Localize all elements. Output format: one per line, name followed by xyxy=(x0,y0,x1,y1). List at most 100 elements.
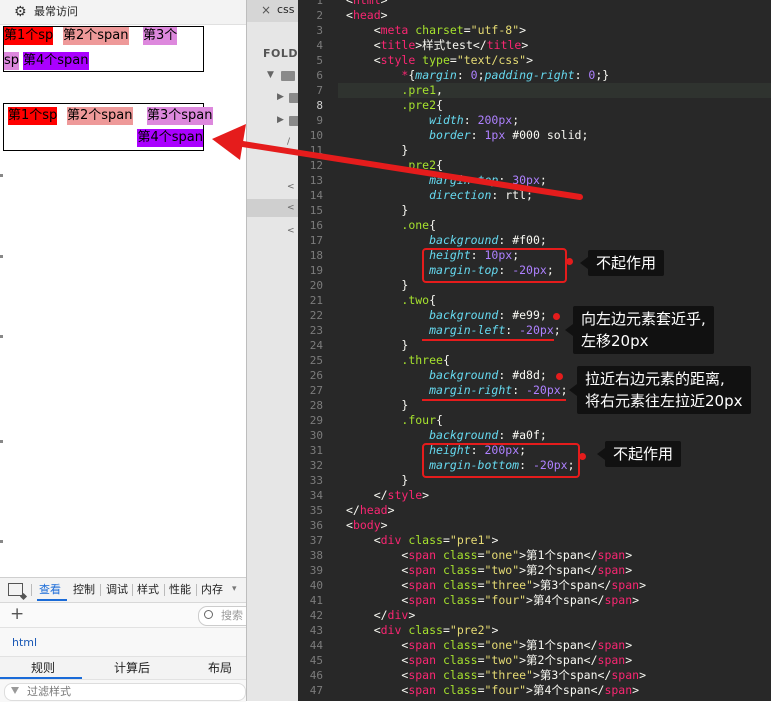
demo1-span-three-wrap: sp xyxy=(4,52,20,70)
code-line[interactable]: <div class="pre1"> xyxy=(346,533,499,548)
line-number: 18 xyxy=(309,249,323,262)
file-icon[interactable]: / xyxy=(287,137,290,147)
code-line[interactable]: .pre2{ xyxy=(346,98,443,113)
line-number: 16 xyxy=(309,219,323,232)
callout-three-line-1: 拉近右边元素的距离, xyxy=(585,370,725,388)
code-line[interactable]: } xyxy=(346,473,408,488)
code-line[interactable]: *{margin: 0;padding-right: 0;} xyxy=(346,68,609,83)
line-number: 8 xyxy=(316,99,323,112)
code-line[interactable]: <span class="two">第2个span</span> xyxy=(346,653,632,668)
tab-performance[interactable]: 性能 xyxy=(169,583,191,597)
line-number: 37 xyxy=(309,534,323,547)
bookmarks-bar: ⚙ 最常访问 xyxy=(0,0,246,25)
code-line[interactable]: } xyxy=(346,203,408,218)
code-line[interactable]: margin-top: 30px; xyxy=(346,173,547,188)
demo1-span-three: 第3个 xyxy=(143,27,178,45)
code-line[interactable]: <span class="four">第4个span</span> xyxy=(346,593,639,608)
code-line[interactable]: width: 200px; xyxy=(346,113,519,128)
close-icon[interactable]: × xyxy=(261,3,271,17)
line-number: 3 xyxy=(316,24,323,37)
tab-rules[interactable]: 规则 xyxy=(31,661,55,675)
line-number: 1 xyxy=(316,0,323,7)
code-line[interactable]: background: #a0f; xyxy=(346,428,547,443)
selected-node-breadcrumb[interactable]: html xyxy=(12,636,37,650)
bookmark-most-visited[interactable]: 最常访问 xyxy=(34,5,78,19)
code-line[interactable]: <style type="text/css"> xyxy=(346,53,533,68)
code-line[interactable]: } xyxy=(346,278,408,293)
code-line[interactable]: .one{ xyxy=(346,218,436,233)
tab-layout[interactable]: 布局 xyxy=(208,661,232,675)
code-line[interactable]: direction: rtl; xyxy=(346,188,533,203)
code-line[interactable]: </head> xyxy=(346,503,395,518)
file-tab[interactable]: × css xyxy=(247,0,299,22)
annotation-callout-four: 不起作用 xyxy=(596,441,682,467)
callout-two-line-2: 左移20px xyxy=(581,332,649,350)
code-line[interactable]: <body> xyxy=(346,518,388,533)
code-line[interactable]: .three{ xyxy=(346,353,449,368)
code-line[interactable]: <div class="pre2"> xyxy=(346,623,499,638)
chevron-right-icon[interactable]: ▶ xyxy=(277,92,284,102)
code-line[interactable]: } xyxy=(346,143,408,158)
code-line[interactable]: <title>样式test</title> xyxy=(346,38,529,53)
code-line[interactable]: margin-left: -20px; xyxy=(346,323,561,338)
code-line[interactable]: background: #d8d; xyxy=(346,368,547,383)
code-line[interactable]: .two{ xyxy=(346,293,436,308)
tab-memory[interactable]: 内存 xyxy=(201,583,223,597)
code-line[interactable]: <span class="three">第3个span</span> xyxy=(346,668,646,683)
code-line[interactable]: <span class="three">第3个span</span> xyxy=(346,578,646,593)
element-picker-icon[interactable] xyxy=(8,583,23,596)
annotation-dot-two xyxy=(553,313,560,320)
line-number-gutter: 1 2 3 4 5 6 7 8 9 10 11 12 13 14 15 16 17 18 19 20 21 22 23 24 2… xyxy=(298,0,338,701)
file-icon[interactable]: < xyxy=(287,203,295,213)
overflow-chevron-icon[interactable]: ▾ xyxy=(232,584,237,594)
filter-styles-input[interactable]: 过滤样式 xyxy=(4,683,246,701)
add-node-icon[interactable]: + xyxy=(10,605,24,623)
code-line[interactable]: margin-right: -20px; xyxy=(346,383,568,398)
line-number: 23 xyxy=(309,324,323,337)
line-number: 32 xyxy=(309,459,323,472)
annotation-underline-two xyxy=(422,339,554,341)
annotation-box-four xyxy=(422,443,580,478)
chevron-right-icon[interactable]: ▶ xyxy=(277,115,284,125)
code-line[interactable]: </div> xyxy=(346,608,416,623)
code-line[interactable]: border: 1px #000 solid; xyxy=(346,128,588,143)
code-line[interactable]: <span class="one">第1个span</span> xyxy=(346,638,632,653)
tab-console[interactable]: 控制 xyxy=(73,583,95,597)
code-line[interactable]: <html> xyxy=(346,0,388,8)
demo-box-pre1: 第1个sp 第2个span 第3个 sp 第4个span xyxy=(3,26,204,72)
code-line[interactable]: .pre1, xyxy=(346,83,443,98)
code-line[interactable]: } xyxy=(346,338,408,353)
line-number: 39 xyxy=(309,564,323,577)
line-number: 9 xyxy=(316,114,323,127)
filter-placeholder: 过滤样式 xyxy=(27,685,71,698)
code-line[interactable]: <meta charset="utf-8"> xyxy=(346,23,526,38)
line-number: 47 xyxy=(309,684,323,697)
code-line[interactable]: background: #e99; xyxy=(346,308,547,323)
code-line[interactable]: </style> xyxy=(346,488,429,503)
code-line[interactable]: <span class="one">第1个span</span> xyxy=(346,548,632,563)
code-line[interactable]: <span class="two">第2个span</span> xyxy=(346,563,632,578)
file-icon[interactable]: < xyxy=(287,182,295,192)
chevron-down-icon[interactable]: ▼ xyxy=(267,70,274,80)
file-tab-label[interactable]: css xyxy=(277,3,295,17)
code-line[interactable]: } xyxy=(346,398,408,413)
callout-two-line-1: 向左边元素套近乎, xyxy=(581,310,706,328)
tab-computed[interactable]: 计算后 xyxy=(114,661,150,675)
tab-inspector[interactable]: 查看 xyxy=(39,583,61,597)
file-icon[interactable]: < xyxy=(287,226,295,236)
code-line[interactable]: <span class="four">第4个span</span> xyxy=(346,683,639,698)
search-icon xyxy=(204,610,213,619)
line-number: 17 xyxy=(309,234,323,247)
line-number: 34 xyxy=(309,489,323,502)
tab-style-editor[interactable]: 样式 xyxy=(137,583,159,597)
code-line[interactable]: <head> xyxy=(346,8,388,23)
tab-debugger[interactable]: 调试 xyxy=(106,583,128,597)
gear-icon[interactable]: ⚙ xyxy=(14,4,27,20)
annotation-dot-four xyxy=(579,453,586,460)
line-number: 6 xyxy=(316,69,323,82)
code-line[interactable]: background: #f00; xyxy=(346,233,547,248)
line-number: 28 xyxy=(309,399,323,412)
code-line[interactable]: .four{ xyxy=(346,413,443,428)
code-line[interactable]: .pre2{ xyxy=(346,158,443,173)
line-number: 36 xyxy=(309,519,323,532)
